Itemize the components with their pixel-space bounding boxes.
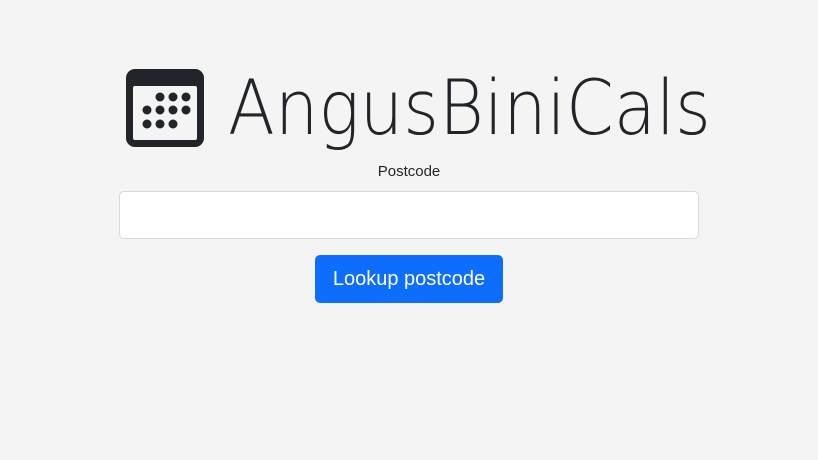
lookup-postcode-button[interactable]: Lookup postcode <box>315 255 503 303</box>
app-title: AngusBiniCals <box>228 63 711 152</box>
calendar-icon <box>124 67 206 149</box>
postcode-label: Postcode <box>377 163 441 180</box>
postcode-input[interactable] <box>119 191 699 239</box>
brand-header: AngusBiniCals <box>124 62 711 154</box>
app-page: AngusBiniCals Postcode Lookup postcode <box>0 0 818 460</box>
